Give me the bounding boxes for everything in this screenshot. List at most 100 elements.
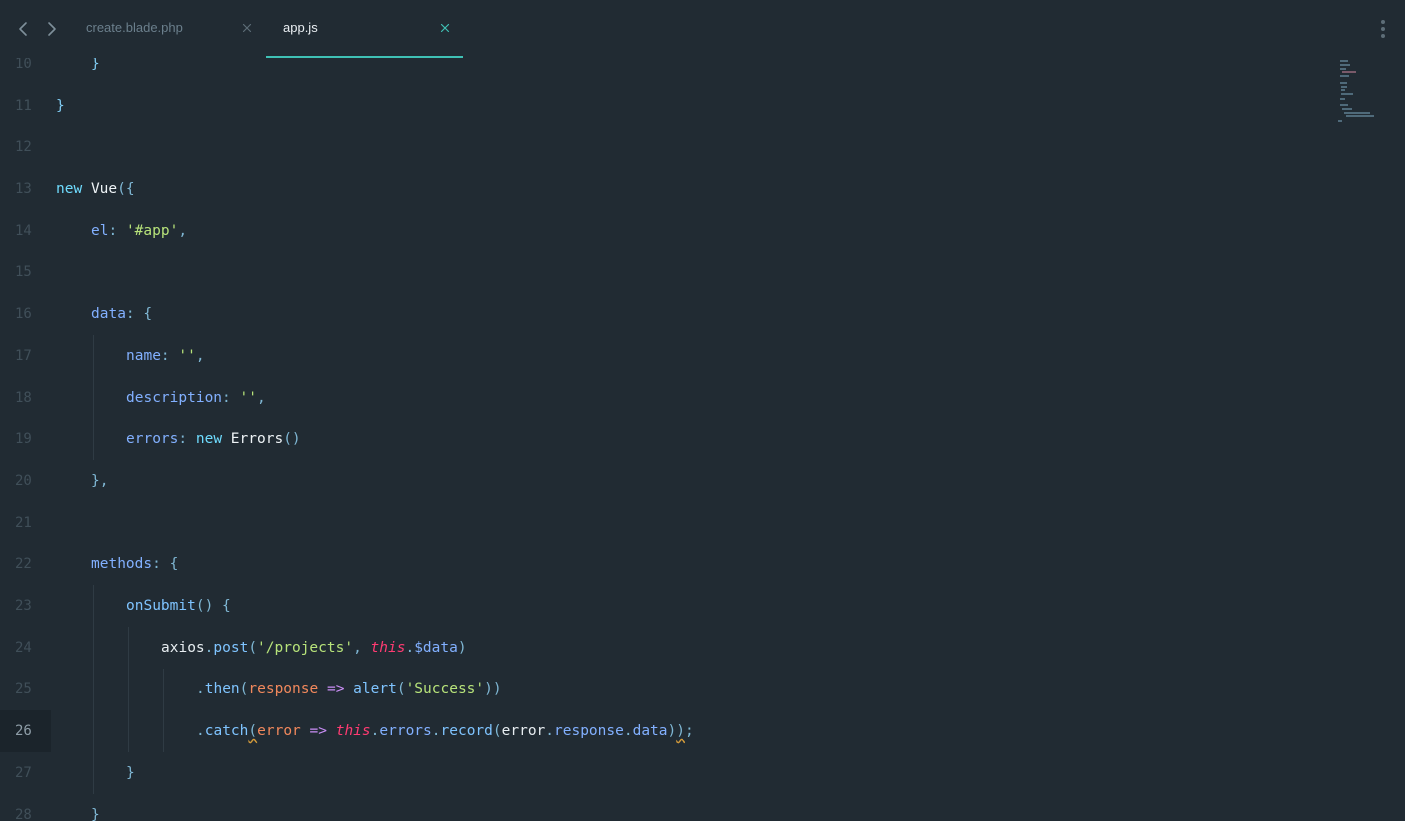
code-text: el: '#app', [91, 222, 187, 240]
line-gutter: 27 [0, 752, 51, 794]
code-token: error [257, 723, 301, 740]
indent-guide [163, 710, 164, 753]
code-token: : [160, 347, 179, 364]
code-token: error [501, 723, 546, 740]
code-line[interactable]: 13 new Vue({ [0, 168, 1330, 210]
code-token: : [108, 222, 126, 239]
code-line[interactable]: 26 .catch(error => this.errors.record(err… [0, 710, 1330, 753]
line-number: 16 [15, 306, 32, 323]
code-text: onSubmit() { [126, 597, 231, 615]
code-text: name: '', [126, 347, 205, 365]
code-line[interactable]: 11} [0, 85, 1330, 127]
code-token: name [126, 347, 161, 364]
code-line[interactable]: 20}, [0, 460, 1330, 502]
code-line[interactable]: 17 name: '', [0, 335, 1330, 377]
code-line[interactable]: 22 methods: { [0, 544, 1330, 586]
indent-guide [163, 668, 164, 711]
code-token: data [632, 723, 668, 740]
code-token: this [335, 723, 371, 740]
code-token: errors [126, 431, 179, 448]
code-text: } [56, 97, 65, 115]
close-icon[interactable] [240, 20, 254, 36]
code-token: : [178, 431, 196, 448]
line-gutter: 16 [0, 293, 51, 335]
code-token: this [370, 639, 406, 656]
code-token: ( [248, 639, 258, 656]
code-token: alert [353, 681, 397, 698]
code-text: errors: new Errors() [126, 430, 301, 448]
line-gutter: 13 [0, 168, 51, 210]
code-token: . [545, 723, 555, 740]
code-token: errors [379, 723, 432, 740]
code-token: new [195, 431, 223, 448]
active-tab-indicator [266, 56, 463, 58]
line-number: 19 [15, 431, 32, 448]
code-line[interactable]: 18 description: '', [0, 376, 1330, 419]
code-line[interactable]: 27} [0, 752, 1330, 794]
code-token: , [195, 347, 205, 364]
line-number: 13 [15, 181, 32, 198]
line-number: 10 [15, 56, 32, 72]
tab-label: app.js [283, 20, 318, 35]
chevron-left-icon[interactable] [13, 18, 33, 40]
tab-bar: create.blade.php app.js [0, 0, 1405, 58]
code-token: '#app' [125, 222, 179, 239]
code-token: . [405, 639, 415, 656]
code-editor-window: create.blade.php app.js 10} 11} 12 13 new Vu… [0, 0, 1405, 821]
indent-guide [128, 626, 129, 669]
code-line[interactable]: 14 el: '#app', [0, 210, 1330, 252]
code-token: '' [239, 389, 257, 406]
line-gutter: 14 [0, 210, 51, 252]
line-gutter: 11 [0, 85, 51, 127]
code-token: ( [248, 723, 258, 740]
indent-guide [93, 626, 94, 669]
tab-app-js[interactable]: app.js [266, 0, 464, 58]
code-line[interactable]: 24 axios.post('/projects', this.$data) [0, 626, 1330, 669]
close-icon[interactable] [438, 20, 452, 36]
code-line[interactable]: 23 onSubmit() { [0, 585, 1330, 627]
code-line[interactable]: 28} [0, 794, 1330, 821]
code-token: } [91, 56, 100, 72]
code-token: record [440, 723, 493, 740]
more-vertical-icon[interactable] [1378, 18, 1388, 40]
code-token: }, [91, 472, 109, 489]
code-token: )) [484, 681, 502, 698]
code-token: => [326, 681, 345, 698]
code-token: () [283, 431, 301, 448]
indent-guide [128, 710, 129, 753]
code-line[interactable]: 21 [0, 502, 1330, 544]
line-number: 17 [15, 347, 32, 364]
code-line[interactable]: 15 [0, 252, 1330, 294]
code-token: . [623, 723, 633, 740]
code-line[interactable]: 25 .then(response => alert('Success')) [0, 668, 1330, 711]
line-number: 24 [15, 639, 32, 656]
line-number: 14 [15, 222, 32, 239]
code-text: new Vue({ [56, 180, 135, 198]
code-token: ) [667, 723, 677, 740]
code-line[interactable]: 19 errors: new Errors() [0, 418, 1330, 461]
line-gutter: 26 [0, 710, 51, 753]
tab-create-blade-php[interactable]: create.blade.php [72, 0, 264, 58]
code-token: then [204, 681, 240, 698]
code-token: . [196, 723, 205, 740]
line-number: 23 [15, 598, 32, 615]
code-token: '/projects' [257, 639, 354, 656]
line-number: 11 [15, 97, 32, 114]
line-number: 21 [15, 514, 32, 531]
code-line[interactable]: 16 data: { [0, 293, 1330, 335]
line-number: 20 [15, 472, 32, 489]
line-gutter: 22 [0, 544, 51, 586]
minimap[interactable] [1336, 58, 1376, 128]
code-token: onSubmit [126, 598, 196, 615]
code-line[interactable]: 12 [0, 127, 1330, 169]
line-number: 25 [15, 681, 32, 698]
code-token: ( [396, 681, 406, 698]
code-editor[interactable]: 10} 11} 12 13 new Vue({14 el: '#app', 15 16 data… [0, 44, 1405, 821]
indent-guide [128, 668, 129, 711]
code-token: : { [125, 306, 153, 323]
code-token: ({ [117, 181, 135, 198]
code-token: , [256, 389, 266, 406]
chevron-right-icon[interactable] [42, 18, 62, 40]
